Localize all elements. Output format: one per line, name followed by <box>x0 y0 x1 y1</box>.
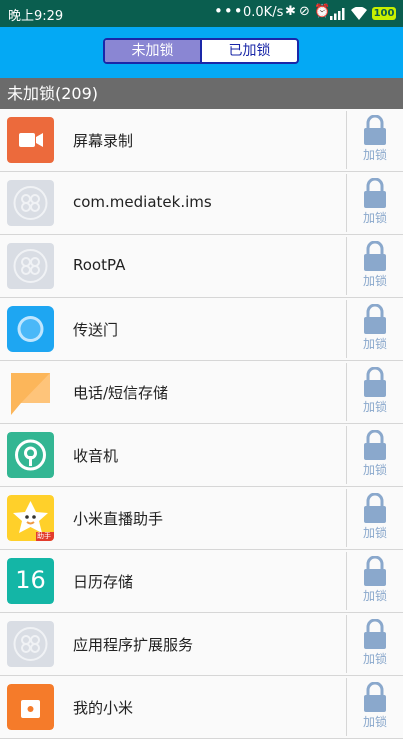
wifi-icon <box>351 7 367 20</box>
app-name: 小米直播助手 <box>73 510 164 528</box>
app-name: 应用程序扩展服务 <box>73 636 194 654</box>
lock-button[interactable]: 加锁 <box>347 235 403 297</box>
lock-label: 加锁 <box>362 274 387 288</box>
lock-label: 加锁 <box>362 337 387 351</box>
list-item[interactable]: 应用程序扩展服务加锁 <box>0 613 403 676</box>
lock-filter-segmented-control: 未加锁 已加锁 <box>103 38 299 64</box>
lock-button[interactable]: 加锁 <box>347 613 403 675</box>
notification-dots: ••• <box>214 2 244 20</box>
alarm-off-icon: ⊘ <box>299 4 310 19</box>
battery-icon: 100 <box>372 7 396 20</box>
lock-label: 加锁 <box>362 526 387 540</box>
app-name: 收音机 <box>73 447 119 465</box>
status-bar: 晚上9:29 ••• 0.0K/s ✱ ⊘ ⏰ 100 <box>0 0 403 27</box>
lock-button[interactable]: 加锁 <box>347 172 403 234</box>
toolbar: 未加锁 已加锁 <box>0 27 403 78</box>
lock-button[interactable]: 加锁 <box>347 550 403 612</box>
app-name: 传送门 <box>73 321 119 339</box>
status-time: 晚上9:29 <box>8 9 64 24</box>
app-name: com.mediatek.ims <box>73 193 212 211</box>
app-list: 屏幕录制 加锁 com.mediatek.ims 加锁 RootPA 加锁 传送门 加锁 电话/… <box>0 109 403 739</box>
network-speed: 0.0K/s <box>243 5 284 20</box>
lock-label: 加锁 <box>362 400 387 414</box>
my-mi-icon <box>7 684 54 730</box>
app-name: 日历存储 <box>73 573 134 591</box>
icon-badge: 助手 <box>37 532 51 540</box>
app-name: 屏幕录制 <box>73 132 134 150</box>
lock-button[interactable]: 加锁 <box>347 109 403 171</box>
lock-button[interactable]: 加锁 <box>347 361 403 423</box>
list-item[interactable]: 助手 小米直播助手加锁 <box>0 487 403 550</box>
lock-button[interactable]: 加锁 <box>347 298 403 360</box>
section-header: 未加锁(209) <box>0 78 403 109</box>
app-name: 电话/短信存储 <box>73 384 169 402</box>
lock-button[interactable]: 加锁 <box>347 676 403 738</box>
list-item[interactable]: 电话/短信存储加锁 <box>0 361 403 424</box>
app-name: 我的小米 <box>73 699 134 717</box>
lock-label: 加锁 <box>362 589 387 603</box>
tab-locked[interactable]: 已加锁 <box>202 40 297 62</box>
live-assistant-icon: 助手 <box>7 495 54 541</box>
lock-label: 加锁 <box>362 715 387 729</box>
alarm-icon: ⏰ <box>314 4 331 19</box>
list-item[interactable]: RootPA 加锁 <box>0 235 403 298</box>
list-item[interactable]: 传送门加锁 <box>0 298 403 361</box>
default-app-icon <box>7 621 54 667</box>
lock-button[interactable]: 加锁 <box>347 487 403 549</box>
tab-unlocked[interactable]: 未加锁 <box>105 40 202 62</box>
app-name: RootPA <box>73 256 126 274</box>
calendar-day: 16 <box>15 566 46 594</box>
calendar-icon: 16 <box>7 558 54 604</box>
lock-button[interactable]: 加锁 <box>347 424 403 486</box>
list-item[interactable]: 我的小米加锁 <box>0 676 403 739</box>
lock-label: 加锁 <box>362 148 387 162</box>
video-camera-icon <box>7 117 54 163</box>
signal-icon <box>330 8 345 20</box>
lock-label: 加锁 <box>362 211 387 225</box>
list-item[interactable]: 16 日历存储加锁 <box>0 550 403 613</box>
portal-icon <box>7 306 54 352</box>
default-app-icon <box>7 180 54 226</box>
default-app-icon <box>7 243 54 289</box>
list-item[interactable]: 收音机加锁 <box>0 424 403 487</box>
lock-label: 加锁 <box>362 463 387 477</box>
radio-icon <box>7 432 54 478</box>
list-item[interactable]: 屏幕录制加锁 <box>0 109 403 172</box>
list-item[interactable]: com.mediatek.ims 加锁 <box>0 172 403 235</box>
message-storage-icon <box>7 369 54 415</box>
lock-label: 加锁 <box>362 652 387 666</box>
bluetooth-icon: ✱ <box>285 4 296 19</box>
